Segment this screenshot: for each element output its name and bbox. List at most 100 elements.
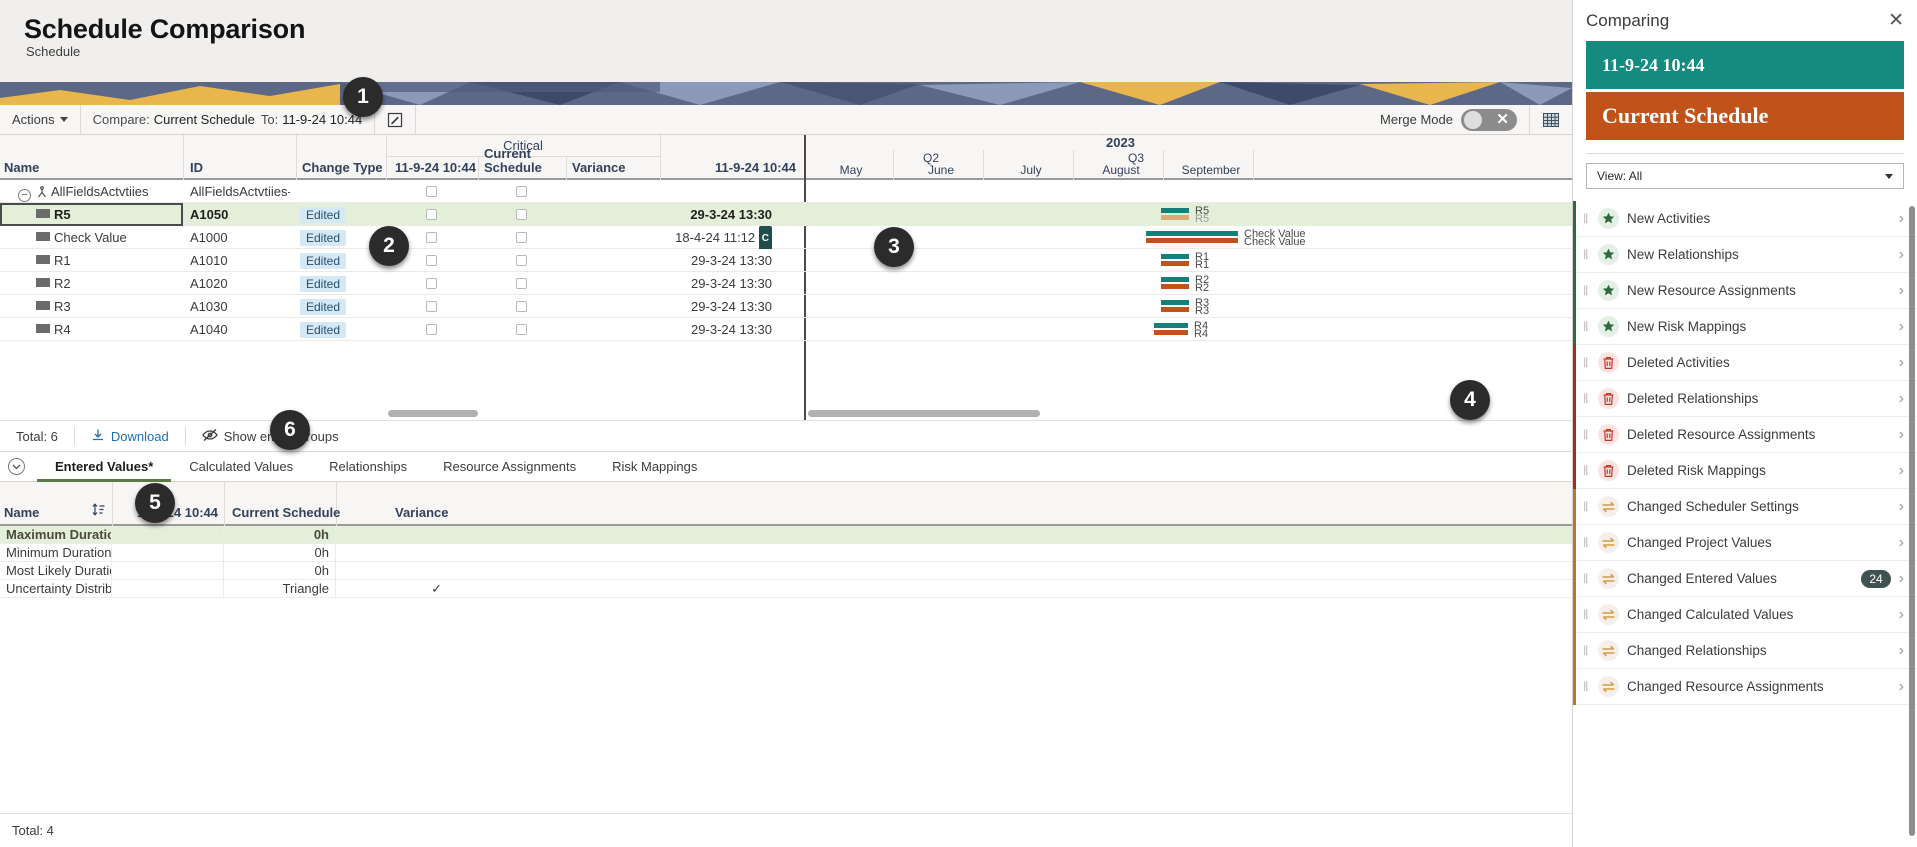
change-category-item[interactable]: ‖ Deleted Resource Assignments › <box>1573 417 1917 453</box>
change-category-item[interactable]: ‖ New Resource Assignments › <box>1573 273 1917 309</box>
view-filter-select[interactable]: View: All <box>1586 163 1904 189</box>
change-category-label: New Risk Mappings <box>1627 319 1747 334</box>
change-category-item[interactable]: ‖ Changed Relationships › <box>1573 633 1917 669</box>
checkbox-critical-current[interactable] <box>516 324 527 335</box>
checkbox-critical-current[interactable] <box>516 209 527 220</box>
drag-handle-icon[interactable]: ‖ <box>1583 679 1591 694</box>
change-category-item[interactable]: ‖ New Activities › <box>1573 201 1917 237</box>
checkbox-critical-current[interactable] <box>516 232 527 243</box>
detail-row[interactable]: Uncertainty Distrib… Triangle ✓ <box>0 580 1572 598</box>
change-category-item[interactable]: ‖ New Risk Mappings › <box>1573 309 1917 345</box>
status-badge: Edited <box>300 230 347 246</box>
grid-horizontal-scrollbar[interactable] <box>388 410 478 417</box>
tab-resource-assignments[interactable]: Resource Assignments <box>425 452 594 482</box>
checkbox-critical-baseline[interactable] <box>426 186 437 197</box>
activity-bar-icon <box>36 301 50 310</box>
cell-name: R1 <box>36 249 180 272</box>
change-category-item[interactable]: ‖ Changed Scheduler Settings › <box>1573 489 1917 525</box>
drag-handle-icon[interactable]: ‖ <box>1583 643 1591 658</box>
drag-handle-icon[interactable]: ‖ <box>1583 427 1591 442</box>
category-color-bar <box>1573 561 1576 597</box>
gantt-bar-baseline[interactable] <box>1161 277 1189 282</box>
cell-change-type: Edited <box>300 249 380 272</box>
sort-icon[interactable] <box>92 503 106 519</box>
merge-mode-toggle[interactable]: ✕ <box>1461 108 1517 131</box>
gantt-bar-baseline[interactable] <box>1161 254 1189 259</box>
gantt-bar-current[interactable] <box>1154 330 1188 335</box>
drag-handle-icon[interactable]: ‖ <box>1583 571 1591 586</box>
tab-relationships[interactable]: Relationships <box>311 452 425 482</box>
drag-handle-icon[interactable]: ‖ <box>1583 391 1591 406</box>
timeline-month-september: September <box>1181 163 1241 177</box>
change-category-item[interactable]: ‖ Deleted Risk Mappings › <box>1573 453 1917 489</box>
drag-handle-icon[interactable]: ‖ <box>1583 607 1591 622</box>
detail-col-name[interactable]: Name <box>4 505 39 520</box>
actions-menu-button[interactable]: Actions <box>0 104 81 135</box>
detail-row[interactable]: Maximum Duration 0h <box>0 526 1572 544</box>
checkbox-critical-baseline[interactable] <box>426 324 437 335</box>
trash-icon <box>1598 388 1619 409</box>
checkbox-critical-current[interactable] <box>516 278 527 289</box>
close-icon[interactable]: ✕ <box>1888 11 1904 30</box>
detail-col-variance[interactable]: Variance <box>395 505 449 520</box>
change-category-item[interactable]: ‖ Changed Entered Values 24 › <box>1573 561 1917 597</box>
drag-handle-icon[interactable]: ‖ <box>1583 283 1591 298</box>
change-category-item[interactable]: ‖ Deleted Relationships › <box>1573 381 1917 417</box>
checkbox-critical-current[interactable] <box>516 255 527 266</box>
change-category-item[interactable]: ‖ Deleted Activities › <box>1573 345 1917 381</box>
checkbox-critical-baseline[interactable] <box>426 301 437 312</box>
drag-handle-icon[interactable]: ‖ <box>1583 499 1591 514</box>
tab-calculated-values[interactable]: Calculated Values <box>171 452 311 482</box>
gantt-bar-current[interactable] <box>1161 261 1189 266</box>
checkbox-critical-baseline[interactable] <box>426 232 437 243</box>
detail-col-current[interactable]: Current Schedule <box>232 505 340 520</box>
drag-handle-icon[interactable]: ‖ <box>1583 535 1591 550</box>
grid-col-critical-baseline[interactable]: 11-9-24 10:44 <box>395 161 476 175</box>
grid-view-button[interactable] <box>1529 104 1572 135</box>
gantt-bar-current[interactable] <box>1161 215 1189 220</box>
exchange-icon <box>1598 532 1619 553</box>
checkbox-critical-current[interactable] <box>516 186 527 197</box>
checkbox-critical-baseline[interactable] <box>426 209 437 220</box>
tab-entered-values[interactable]: Entered Values* <box>37 452 172 482</box>
change-category-item[interactable]: ‖ Changed Resource Assignments › <box>1573 669 1917 705</box>
change-category-item[interactable]: ‖ Changed Calculated Values › <box>1573 597 1917 633</box>
gantt-bar-baseline[interactable] <box>1154 323 1188 328</box>
grid-col-critical-current[interactable]: Current Schedule <box>484 147 558 175</box>
cell-id: A1000 <box>190 230 228 245</box>
checkbox-critical-baseline[interactable] <box>426 255 437 266</box>
tab-risk-mappings[interactable]: Risk Mappings <box>594 452 715 482</box>
expand-collapse-icon[interactable]: − <box>18 189 31 202</box>
drag-handle-icon[interactable]: ‖ <box>1583 211 1591 226</box>
gantt-bar-current[interactable] <box>1161 307 1189 312</box>
download-button[interactable]: Download <box>75 427 185 445</box>
panel-scrollbar[interactable] <box>1909 206 1915 836</box>
page-subtitle: Schedule <box>26 44 81 59</box>
change-category-label: Changed Resource Assignments <box>1627 679 1824 694</box>
grid-col-variance[interactable]: Variance <box>572 161 626 175</box>
gantt-horizontal-scrollbar[interactable] <box>808 410 1040 417</box>
drag-handle-icon[interactable]: ‖ <box>1583 463 1591 478</box>
grid-col-id[interactable]: ID <box>190 161 203 175</box>
gantt-bar-baseline[interactable] <box>1161 300 1189 305</box>
drag-handle-icon[interactable]: ‖ <box>1583 355 1591 370</box>
edit-comparison-button[interactable] <box>375 104 417 135</box>
change-category-label: Deleted Risk Mappings <box>1627 463 1766 478</box>
checkbox-critical-baseline[interactable] <box>426 278 437 289</box>
grid-col-change-type[interactable]: Change Type <box>302 161 383 175</box>
detail-row[interactable]: Most Likely Duration 0h <box>0 562 1572 580</box>
drag-handle-icon[interactable]: ‖ <box>1583 319 1591 334</box>
collapse-detail-icon[interactable] <box>8 458 25 475</box>
grid-col-date-baseline[interactable]: 11-9-24 10:44 <box>666 161 796 175</box>
gantt-bar-baseline[interactable] <box>1146 231 1238 236</box>
drag-handle-icon[interactable]: ‖ <box>1583 247 1591 262</box>
comparing-panel-header: Comparing ✕ <box>1573 0 1917 42</box>
gantt-bar-current[interactable] <box>1161 284 1189 289</box>
detail-row[interactable]: Minimum Duration 0h <box>0 544 1572 562</box>
grid-col-name[interactable]: Name <box>4 161 39 175</box>
change-category-item[interactable]: ‖ Changed Project Values › <box>1573 525 1917 561</box>
checkbox-critical-current[interactable] <box>516 301 527 312</box>
gantt-bar-current[interactable] <box>1146 238 1238 243</box>
change-category-item[interactable]: ‖ New Relationships › <box>1573 237 1917 273</box>
gantt-bar-baseline[interactable] <box>1161 208 1189 213</box>
